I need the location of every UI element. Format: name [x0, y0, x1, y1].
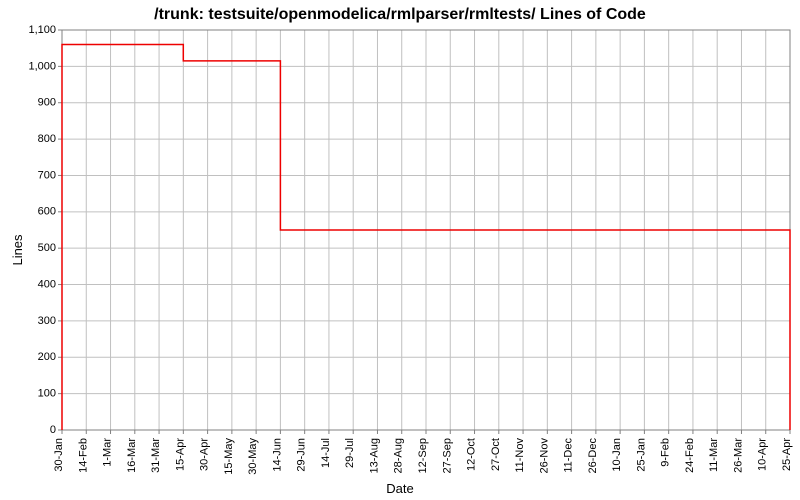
x-tick-label: 30-Jan — [53, 438, 65, 472]
x-tick-label: 29-Jun — [296, 438, 308, 472]
x-tick-label: 30-May — [247, 438, 259, 475]
x-tick-label: 14-Jun — [271, 438, 283, 472]
chart-svg: 0 100 200 300 400 500 600 700 800 900 1,000 1,100 30… — [0, 0, 800, 500]
x-tick-label: 24-Feb — [684, 438, 696, 473]
y-tick-label: 300 — [38, 315, 56, 327]
x-tick-label: 13-Aug — [368, 438, 380, 473]
y-tick-label: 800 — [38, 133, 56, 145]
x-tick-label: 11-Dec — [563, 438, 575, 473]
x-tick-label: 15-Apr — [174, 438, 186, 471]
x-tick-label: 11-Nov — [514, 438, 526, 473]
y-tick-label: 100 — [38, 388, 56, 400]
chart-container: /trunk: testsuite/openmodelica/rmlparser… — [0, 0, 800, 500]
x-tick-label: 28-Aug — [393, 438, 405, 473]
x-tick-label: 14-Feb — [77, 438, 89, 473]
x-tick-label: 27-Sep — [441, 438, 453, 473]
y-tick-label: 1,100 — [28, 24, 56, 36]
y-tick-label: 900 — [38, 97, 56, 109]
x-tick-label: 14-Jul — [320, 438, 332, 468]
x-tick-label: 26-Dec — [587, 438, 599, 474]
x-tick-label: 26-Nov — [538, 438, 550, 474]
x-tick-label: 31-Mar — [150, 438, 162, 473]
x-tick-label: 29-Jul — [344, 438, 356, 468]
x-tick-label: 12-Sep — [417, 438, 429, 473]
y-tick-label: 500 — [38, 242, 56, 254]
x-tick-label: 1-Mar — [102, 438, 114, 467]
x-tick-label: 26-Mar — [732, 438, 744, 473]
x-tick-label: 25-Apr — [781, 438, 793, 471]
x-tick-label: 10-Apr — [757, 438, 769, 471]
x-tick-label: 10-Jan — [611, 438, 623, 472]
x-tick-label: 9-Feb — [660, 438, 672, 467]
x-tick-label: 12-Oct — [466, 438, 478, 471]
x-tick-label: 11-Mar — [708, 438, 720, 472]
y-tick-label: 600 — [38, 206, 56, 218]
x-tick-label: 27-Oct — [490, 438, 502, 471]
y-tick-label: 400 — [38, 278, 56, 290]
y-tick-label: 700 — [38, 169, 56, 181]
y-tick-label: 0 — [50, 424, 56, 436]
x-tick-label: 15-May — [223, 438, 235, 475]
x-tick-label: 16-Mar — [126, 438, 138, 473]
x-tick-label: 30-Apr — [199, 438, 211, 471]
y-tick-label: 1,000 — [28, 60, 56, 72]
y-tick-label: 200 — [38, 351, 56, 363]
x-tick-label: 25-Jan — [635, 438, 647, 472]
